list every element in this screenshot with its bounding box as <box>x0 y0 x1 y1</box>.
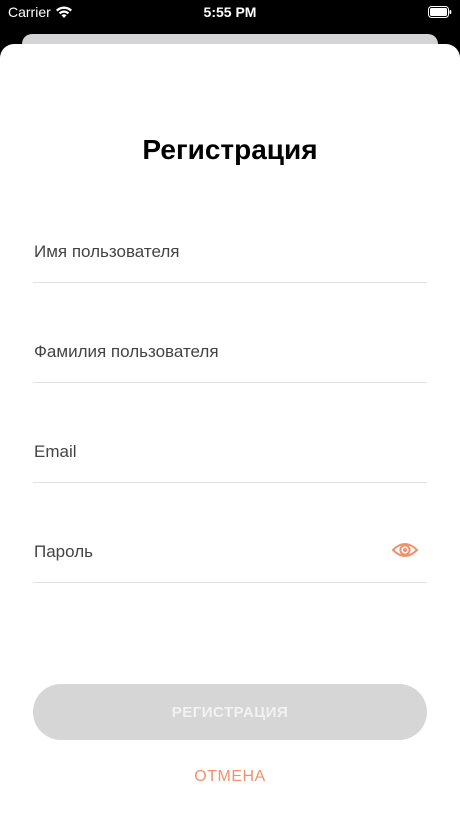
email-field[interactable]: Email <box>33 442 427 483</box>
first-name-field[interactable]: Имя пользователя <box>33 242 427 283</box>
cancel-button[interactable]: ОТМЕНА <box>0 768 460 786</box>
status-time: 5:55 PM <box>203 4 257 20</box>
page-title: Регистрация <box>142 134 318 165</box>
eye-icon[interactable] <box>391 540 419 560</box>
register-button[interactable]: РЕГИСТРАЦИЯ <box>33 684 427 740</box>
last-name-placeholder: Фамилия пользователя <box>34 342 219 361</box>
last-name-field[interactable]: Фамилия пользователя <box>33 342 427 383</box>
password-placeholder: Пароль <box>34 542 93 561</box>
status-bar: Carrier 5:55 PM <box>0 0 460 26</box>
email-placeholder: Email <box>34 442 77 461</box>
first-name-placeholder: Имя пользователя <box>34 242 180 261</box>
password-field[interactable]: Пароль <box>33 542 427 583</box>
battery-icon <box>428 5 452 18</box>
registration-sheet: Регистрация Имя пользователя Фамилия пол… <box>0 44 460 818</box>
screen: Carrier 5:55 PM Регистрация Имя пользова… <box>0 0 460 818</box>
